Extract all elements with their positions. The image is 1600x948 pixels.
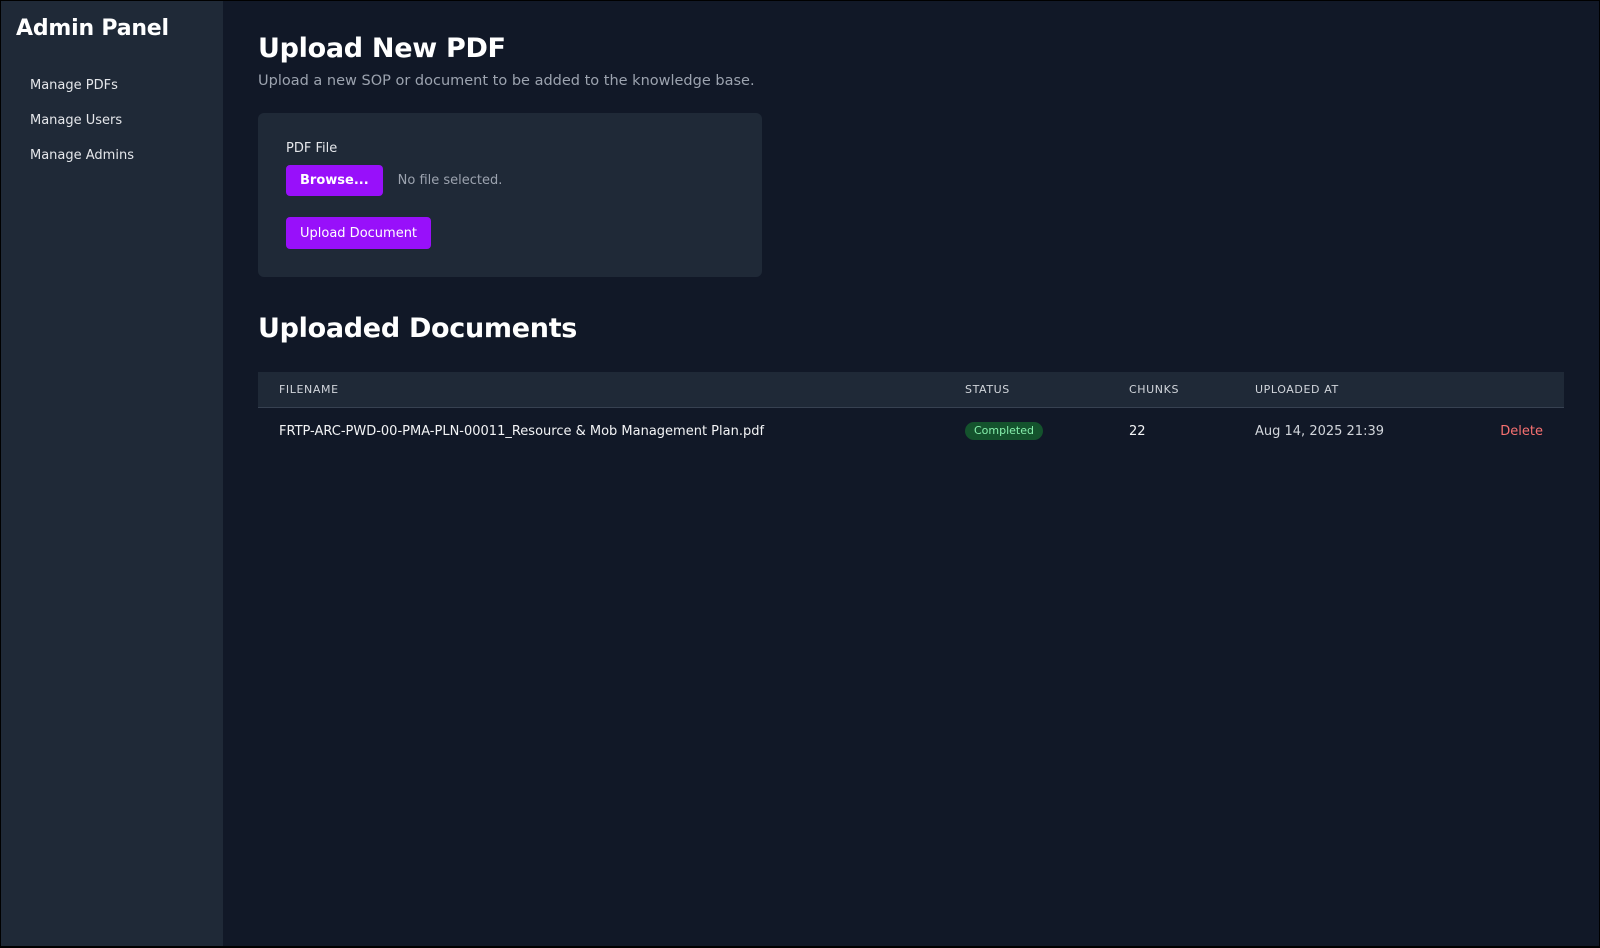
file-status-text: No file selected.: [397, 173, 503, 188]
column-header-chunks: Chunks: [1129, 383, 1180, 396]
browse-button[interactable]: Browse...: [286, 165, 383, 196]
status-cell: Completed: [965, 422, 1129, 440]
page-title: Upload New PDF: [258, 33, 506, 64]
sidebar-title: Admin Panel: [16, 16, 169, 41]
documents-table: Filename Status Chunks Uploaded At FRTP-…: [258, 372, 1564, 454]
upload-document-button[interactable]: Upload Document: [286, 217, 432, 249]
sidebar-item-manage-users[interactable]: Manage Users: [16, 104, 223, 139]
sidebar: Admin Panel Manage PDFs Manage Users Man…: [1, 1, 223, 946]
action-cell: Delete: [1475, 424, 1564, 439]
pdf-file-label: PDF File: [286, 141, 338, 156]
column-header-uploaded-at: Uploaded At: [1255, 383, 1339, 396]
sidebar-nav: Manage PDFs Manage Users Manage Admins: [16, 69, 223, 174]
table-header: Filename Status Chunks Uploaded At: [258, 372, 1564, 408]
chunks-count: 22: [1129, 423, 1146, 439]
uploaded-documents-title: Uploaded Documents: [258, 313, 578, 344]
sidebar-item-manage-admins[interactable]: Manage Admins: [16, 139, 223, 174]
document-filename: FRTP-ARC-PWD-00-PMA-PLN-00011_Resource &…: [279, 423, 765, 439]
column-header-status: Status: [965, 383, 1010, 396]
app-window: Admin Panel Manage PDFs Manage Users Man…: [1, 1, 1599, 946]
sidebar-item-manage-pdfs[interactable]: Manage PDFs: [16, 69, 223, 104]
delete-button[interactable]: Delete: [1500, 424, 1543, 439]
main-content: Upload New PDF Upload a new SOP or docum…: [223, 1, 1599, 946]
table-row: FRTP-ARC-PWD-00-PMA-PLN-00011_Resource &…: [258, 408, 1564, 454]
file-input: Browse... No file selected.: [286, 165, 734, 196]
upload-card: PDF File Browse... No file selected. Upl…: [258, 113, 762, 277]
page-subtitle: Upload a new SOP or document to be added…: [258, 73, 755, 89]
status-badge: Completed: [965, 422, 1043, 440]
uploaded-at: Aug 14, 2025 21:39: [1255, 423, 1385, 439]
column-header-filename: Filename: [279, 383, 339, 396]
